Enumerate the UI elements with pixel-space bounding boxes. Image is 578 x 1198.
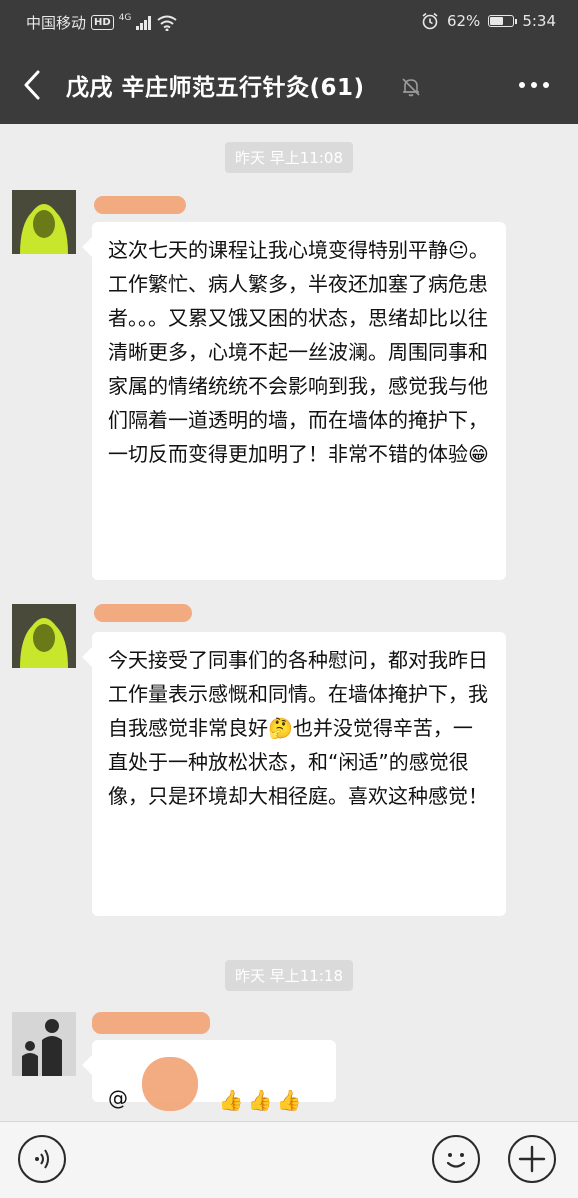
more-functions-button[interactable] (508, 1135, 556, 1183)
chevron-left-icon (24, 70, 40, 100)
voice-icon (35, 1149, 49, 1169)
carrier-name: 中国移动 (26, 14, 87, 32)
alarm-icon (422, 12, 438, 30)
voice-input-button[interactable] (18, 1135, 66, 1183)
battery-fill (490, 17, 503, 25)
network-type: 4G (118, 12, 132, 23)
battery-percent: 62% (446, 12, 481, 30)
thumbs-up-group: 👍 👍 👍 (219, 1081, 302, 1119)
mention-redacted (142, 1057, 199, 1111)
thumbs-up-icon: 👍 (247, 1087, 273, 1112)
more-dots-icon (519, 82, 549, 88)
message-bubble[interactable]: 今天接受了同事们的各种慰问，都对我昨日工作量表示感慨和同情。在墙体掩护下，我自我… (92, 632, 506, 916)
mute-bell-icon (400, 76, 422, 98)
sender-name-redacted (94, 196, 186, 214)
clock: 5:34 (522, 12, 556, 30)
message-bubble[interactable]: 这次七天的课程让我心境变得特别平静😐。工作繁忙、病人繁多，半夜还加塞了病危患者。… (92, 222, 506, 580)
smiley-icon (446, 1153, 466, 1168)
timestamp: 昨天 早上11:18 (225, 960, 353, 991)
status-left: 中国移动 HD 4G (26, 12, 178, 33)
status-right: 62% 5:34 (421, 12, 556, 30)
avatar[interactable] (12, 1012, 76, 1076)
battery-icon (488, 15, 518, 27)
wifi-icon (157, 15, 178, 31)
timestamp: 昨天 早上11:08 (225, 142, 353, 173)
signal-icon (136, 15, 152, 30)
message-bubble[interactable]: @ 👍 👍 👍 (92, 1040, 336, 1112)
hd-badge: HD (91, 15, 114, 30)
avatar-image-icon (12, 190, 76, 254)
emoji-button[interactable] (432, 1135, 480, 1183)
thumbs-up-icon: 👍 (276, 1087, 302, 1112)
sender-name-redacted (94, 604, 192, 622)
avatar[interactable] (12, 190, 76, 254)
plus-icon (518, 1145, 546, 1173)
chat-header: 戊戌 辛庄师范五行针灸(61) (0, 46, 578, 124)
avatar[interactable] (12, 604, 76, 668)
message-input[interactable] (86, 1134, 406, 1184)
message-text: 这次七天的课程让我心境变得特别平静😐。工作繁忙、病人繁多，半夜还加塞了病危患者。… (108, 238, 489, 466)
message-text: 今天接受了同事们的各种慰问，都对我昨日工作量表示感慨和同情。在墙体掩护下，我自我… (108, 648, 488, 808)
thumbs-up-icon: 👍 (218, 1087, 244, 1112)
more-options-button[interactable] (516, 70, 552, 100)
avatar-image-icon (12, 604, 76, 668)
chat-title: 戊戌 辛庄师范五行针灸(61) (66, 75, 365, 101)
message-text: @ (108, 1086, 128, 1110)
back-button[interactable] (18, 66, 48, 104)
input-bar (0, 1121, 578, 1198)
avatar-image-icon (12, 1012, 76, 1076)
sender-name-redacted (92, 1012, 210, 1034)
status-bar: 中国移动 HD 4G 62% 5:34 (0, 0, 578, 46)
